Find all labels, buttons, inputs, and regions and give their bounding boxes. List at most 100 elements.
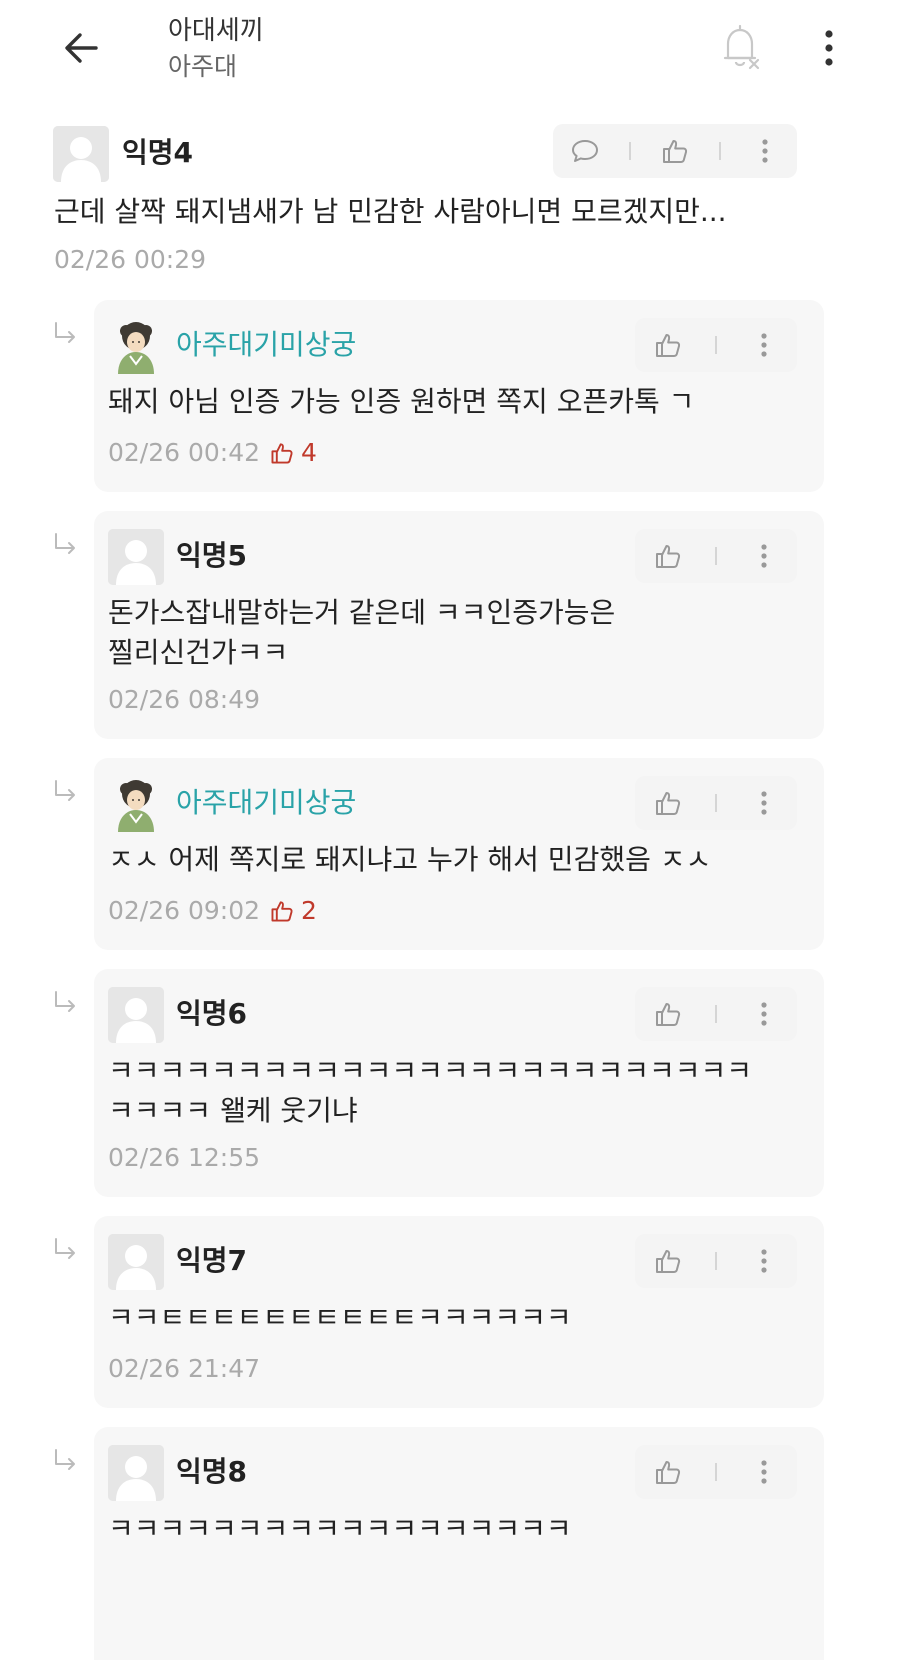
divider [714,1005,717,1023]
comment-time: 02/26 00:29 [54,245,207,274]
more-vertical-icon [761,1249,767,1273]
reply-more-button[interactable] [744,1452,784,1492]
reply-text: ㅈㅅ 어제 쪽지로 돼지냐고 누가 해서 민감했음 ㅈㅅ [108,843,712,876]
header-more-button[interactable] [815,24,843,72]
divider [714,1252,717,1270]
character-avatar-icon [118,322,154,374]
divider [719,142,721,160]
like-count-value: 2 [301,896,317,925]
reply-time: 02/26 08:49 [108,685,261,714]
thumbs-up-icon [271,901,293,922]
like-button[interactable] [648,994,688,1034]
reply-time: 02/26 09:02 [108,896,261,925]
reply-author: 익명5 [176,539,248,572]
reply-arrow-icon [55,322,75,343]
reply-more-button[interactable] [744,536,784,576]
reply-more-button[interactable] [744,783,784,823]
more-vertical-icon [761,544,767,568]
reply-more-button[interactable] [744,325,784,365]
like-count-value: 4 [301,438,317,467]
reply-author: 익명6 [176,997,248,1030]
reply-arrow-icon [55,533,75,554]
arrow-left-icon [65,33,98,63]
reply-author: 익명8 [176,1455,248,1488]
top-bar: 아대세끼 아주대 [0,0,900,110]
thumbs-up-icon [656,1250,681,1273]
avatar [108,987,164,1043]
reply-author: 아주대기미상궁 [176,328,357,361]
comment-more-button[interactable] [745,131,785,171]
like-button[interactable] [648,325,688,365]
bell-off-icon [723,24,760,70]
school-name: 아주대 [168,52,238,81]
like-button[interactable] [648,783,688,823]
reply-actions [635,529,797,583]
reply-more-button[interactable] [744,1241,784,1281]
reply-button[interactable] [565,131,605,171]
reply-actions [635,987,797,1041]
default-avatar-icon [108,529,164,585]
more-vertical-icon [761,333,767,357]
reply-text: ㅋㅋㅌㅌㅌㅌㅌㅌㅌㅌㅌㅌㅋㅋㅋㅋㅋㅋ [108,1301,572,1334]
reply-item: 아주대기미상궁 ㅈㅅ 어제 쪽지로 돼지냐고 누가 해서 민감했음 ㅈㅅ 02/… [94,758,824,950]
avatar [108,1234,164,1290]
reply-actions [635,1445,797,1499]
reply-item: 익명6 ㅋㅋㅋㅋㅋㅋㅋㅋㅋㅋㅋㅋㅋㅋㅋㅋㅋㅋㅋㅋㅋㅋㅋㅋㅋ ㅋㅋㅋㅋ 왤케 웃기… [94,969,824,1197]
avatar [108,318,164,374]
reply-text: 돈가스잡내말하는거 같은데 ㅋㅋ인증가능은 찔리신건가ㅋㅋ [108,596,616,669]
speech-bubble-icon [572,140,598,162]
divider [629,142,631,160]
reply-time: 02/26 21:47 [108,1354,261,1383]
reply-item: 익명5 돈가스잡내말하는거 같은데 ㅋㅋ인증가능은 찔리신건가ㅋㅋ 02/26 … [94,511,824,739]
reply-text: ㅋㅋㅋㅋㅋㅋㅋㅋㅋㅋㅋㅋㅋㅋㅋㅋㅋㅋ [108,1512,572,1545]
more-vertical-icon [761,791,767,815]
reply-arrow-icon [55,991,75,1012]
reply-actions [635,318,797,372]
thumbs-up-icon [271,443,293,464]
reply-text: ㅋㅋㅋㅋㅋㅋㅋㅋㅋㅋㅋㅋㅋㅋㅋㅋㅋㅋㅋㅋㅋㅋㅋㅋㅋ ㅋㅋㅋㅋ 왤케 웃기냐 [108,1054,753,1127]
like-button[interactable] [648,1241,688,1281]
thumbs-up-icon [656,1003,681,1026]
notification-toggle-button[interactable] [712,20,768,76]
default-avatar-icon [108,1445,164,1501]
like-button[interactable] [648,536,688,576]
like-count: 4 [269,437,317,469]
reply-item: 아주대기미상궁 돼지 아님 인증 가능 인증 원하면 쪽지 오픈카톡 ㄱ 02/… [94,300,824,492]
divider [714,1463,717,1481]
like-button[interactable] [648,1452,688,1492]
avatar [108,529,164,585]
reply-actions [635,776,797,830]
comment-item: 익명4 근데 살짝 돼지냄새가 남 민감한 사람아니면 모르겠지만... 02/… [0,118,900,298]
reply-more-button[interactable] [744,994,784,1034]
default-avatar-icon [53,126,109,182]
like-count: 2 [269,895,317,927]
reply-item: 익명8 ㅋㅋㅋㅋㅋㅋㅋㅋㅋㅋㅋㅋㅋㅋㅋㅋㅋㅋ [94,1427,824,1660]
default-avatar-icon [108,1234,164,1290]
reply-time: 02/26 12:55 [108,1143,261,1172]
comment-author: 익명4 [122,136,194,169]
comment-actions [553,124,797,178]
reply-author: 아주대기미상궁 [176,786,357,819]
reply-arrow-icon [55,1449,75,1470]
character-avatar-icon [118,780,154,832]
reply-text: 돼지 아님 인증 가능 인증 원하면 쪽지 오픈카톡 ㄱ [108,385,695,418]
avatar [53,126,109,182]
avatar [108,776,164,832]
divider [714,336,717,354]
thumbs-up-icon [663,140,688,163]
avatar [108,1445,164,1501]
thumbs-up-icon [656,334,681,357]
reply-time: 02/26 00:42 [108,438,261,467]
divider [714,547,717,565]
thumbs-up-icon [656,1461,681,1484]
thumbs-up-icon [656,792,681,815]
more-vertical-icon [825,30,833,66]
board-title: 아대세끼 [168,16,264,46]
back-button[interactable] [58,24,108,72]
more-vertical-icon [761,1460,767,1484]
reply-arrow-icon [55,1238,75,1259]
thumbs-up-icon [656,545,681,568]
like-button[interactable] [655,131,695,171]
reply-author: 익명7 [176,1244,248,1277]
reply-item: 익명7 ㅋㅋㅌㅌㅌㅌㅌㅌㅌㅌㅌㅌㅋㅋㅋㅋㅋㅋ 02/26 21:47 [94,1216,824,1408]
